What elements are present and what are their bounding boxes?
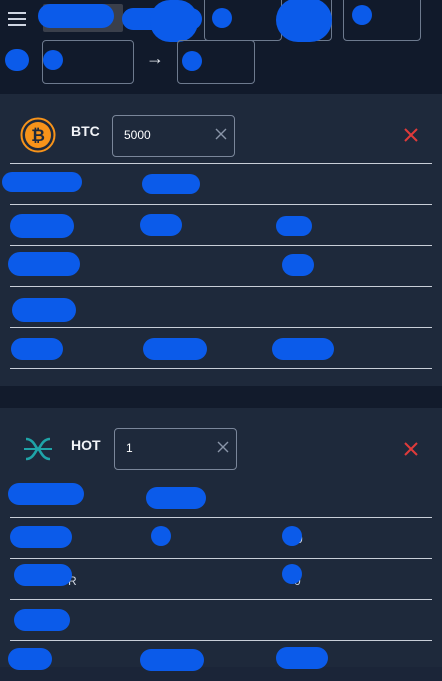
coin-symbol: HOT (71, 437, 101, 453)
top-bar: → (0, 0, 442, 94)
redacted-region (276, 216, 312, 236)
redacted-region (143, 338, 207, 360)
redacted-region (140, 649, 204, 671)
table-header-divider (10, 123, 432, 164)
amount-field[interactable] (114, 428, 237, 470)
redacted-region (140, 214, 182, 236)
table-row (10, 600, 432, 641)
amount-input[interactable] (126, 441, 216, 455)
redacted-region (14, 609, 70, 631)
redacted-region (272, 338, 334, 360)
redacted-region (11, 338, 63, 360)
redacted-region (5, 49, 29, 71)
redacted-region (146, 487, 206, 509)
redacted-region (10, 526, 72, 548)
redacted-region (43, 50, 63, 70)
redacted-region (150, 0, 198, 42)
redacted-region (142, 174, 200, 194)
redacted-region (151, 526, 171, 546)
redacted-region (352, 5, 372, 25)
holo-icon (24, 437, 52, 461)
table-row (10, 328, 432, 369)
arrow-right-icon: → (146, 48, 164, 68)
redacted-region (38, 4, 114, 28)
table-row (10, 518, 432, 559)
hamburger-icon[interactable] (8, 12, 26, 26)
redacted-region (276, 647, 328, 669)
redacted-region (276, 0, 332, 42)
redacted-region (282, 526, 302, 546)
redacted-region (12, 298, 76, 322)
remove-x-icon[interactable] (403, 441, 419, 457)
redacted-region (282, 254, 314, 276)
redacted-region (282, 564, 302, 584)
table-row (10, 641, 432, 681)
redacted-region (8, 252, 80, 276)
redacted-region (10, 214, 74, 238)
redacted-region (8, 483, 84, 505)
coin-card-hot: HOT 0 R 0 (0, 408, 442, 671)
card-separator (0, 386, 442, 408)
redacted-region (182, 51, 202, 71)
redacted-region (2, 172, 82, 192)
redacted-region (14, 564, 72, 586)
clear-x-icon[interactable] (216, 440, 230, 454)
coin-card-btc: ₿ BTC (0, 94, 442, 386)
redacted-region (212, 8, 232, 28)
